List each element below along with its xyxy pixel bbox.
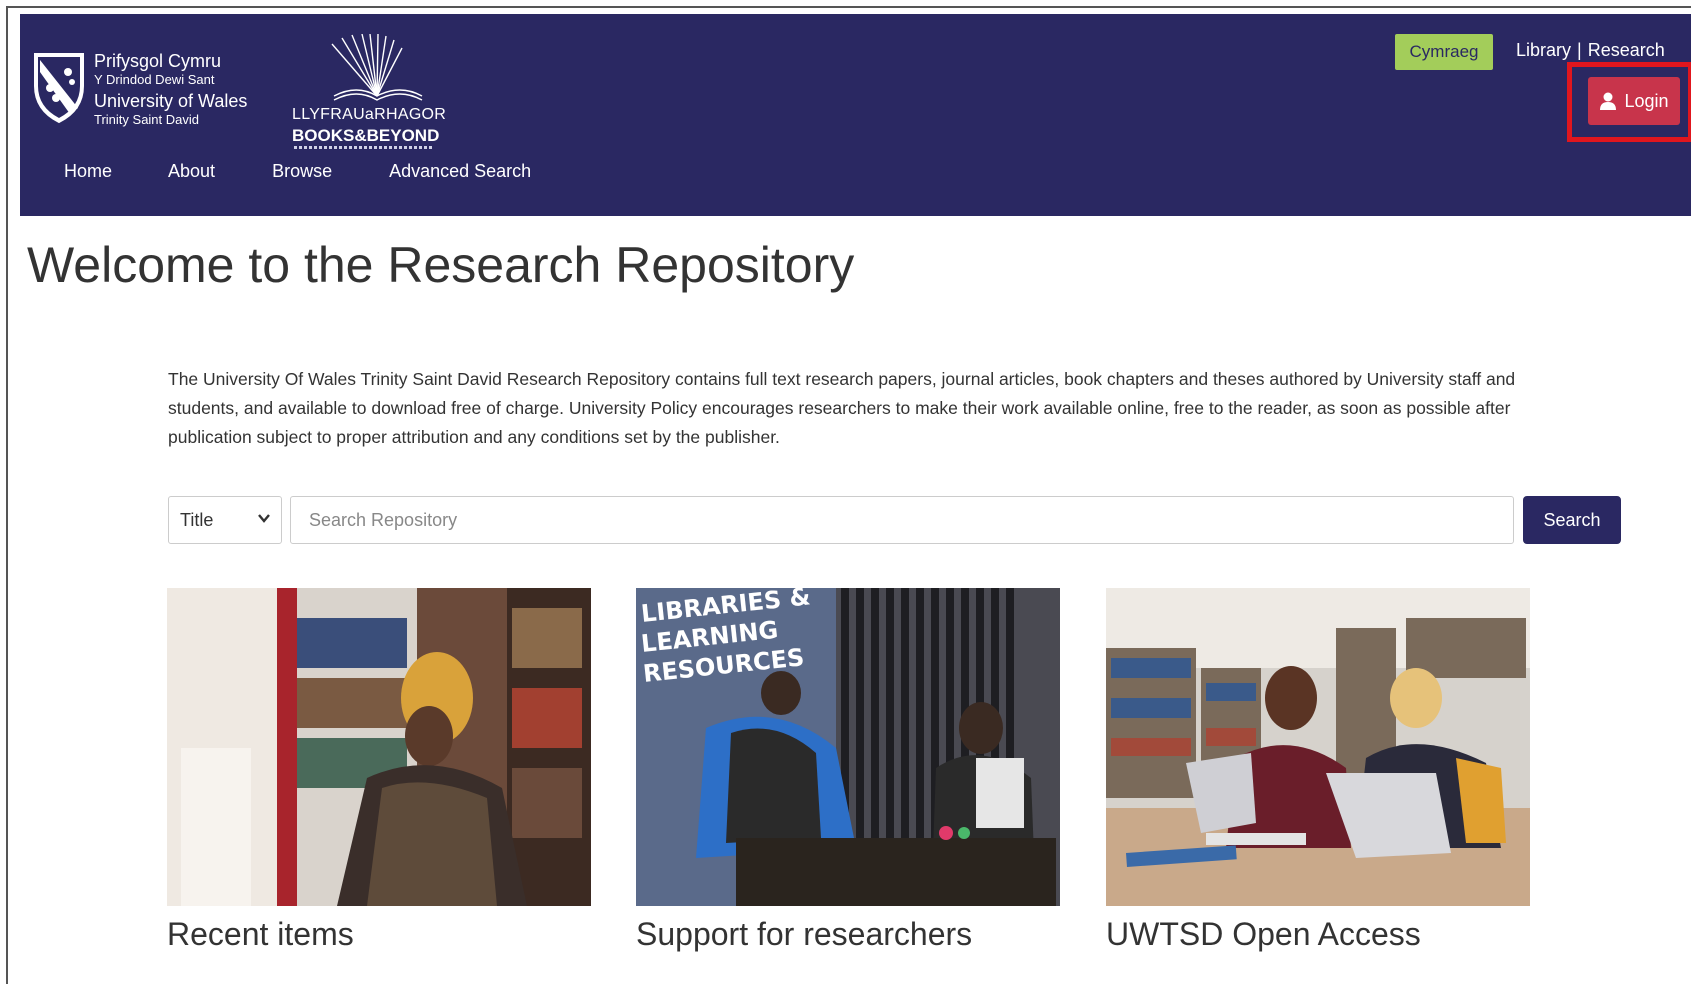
- card-recent-items[interactable]: Recent items: [167, 588, 591, 953]
- page-title: Welcome to the Research Repository: [27, 237, 855, 293]
- browser-frame: Prifysgol Cymru Y Drindod Dewi Sant Univ…: [6, 6, 1691, 984]
- uni-line-3: University of Wales: [94, 91, 248, 111]
- study-area-illustration: [1106, 588, 1530, 906]
- search-input[interactable]: [290, 496, 1514, 544]
- recent-items-image[interactable]: [167, 588, 591, 906]
- books-and-beyond-logo[interactable]: LLYFRAUaRHAGOR BOOKS&BEYOND: [292, 34, 446, 149]
- researchers-illustration: LIBRARIES & LEARNING RESOURCES: [636, 588, 1060, 906]
- search-bar: Title Search: [168, 496, 1628, 544]
- books-beyond-welsh: LLYFRAUaRHAGOR: [292, 106, 447, 123]
- search-button[interactable]: Search: [1523, 496, 1621, 544]
- books-beyond-english: BOOKS&BEYOND: [292, 126, 440, 145]
- login-button[interactable]: Login: [1588, 77, 1680, 125]
- nav-about[interactable]: About: [168, 161, 215, 182]
- university-logo[interactable]: Prifysgol Cymru Y Drindod Dewi Sant Univ…: [32, 50, 282, 134]
- uni-line-4: Trinity Saint David: [94, 112, 199, 127]
- university-name: Prifysgol Cymru Y Drindod Dewi Sant Univ…: [94, 52, 247, 126]
- search-field-select[interactable]: Title: [168, 496, 282, 544]
- language-toggle-button[interactable]: Cymraeg: [1395, 34, 1493, 70]
- research-link[interactable]: Research: [1588, 40, 1665, 61]
- user-icon: [1600, 92, 1617, 110]
- login-label: Login: [1624, 90, 1669, 111]
- chevron-down-icon: [258, 514, 270, 523]
- support-researchers-image[interactable]: LIBRARIES & LEARNING RESOURCES: [636, 588, 1060, 906]
- card-open-access[interactable]: UWTSD Open Access: [1106, 588, 1530, 953]
- site-header: Prifysgol Cymru Y Drindod Dewi Sant Univ…: [20, 14, 1691, 216]
- library-link[interactable]: Library: [1516, 40, 1571, 61]
- link-separator: |: [1577, 40, 1582, 60]
- books-beyond-tagline: [294, 146, 434, 149]
- book-fan-icon: [331, 34, 423, 101]
- card-caption[interactable]: Recent items: [167, 916, 591, 953]
- nav-browse[interactable]: Browse: [272, 161, 332, 182]
- top-links: Library | Research: [1516, 40, 1665, 61]
- search-field-selected: Title: [180, 509, 214, 530]
- main-nav: Home About Browse Advanced Search: [64, 161, 531, 182]
- uni-line-1: Prifysgol Cymru: [94, 51, 222, 71]
- nav-advanced-search[interactable]: Advanced Search: [389, 161, 531, 182]
- open-access-image[interactable]: [1106, 588, 1530, 906]
- intro-text: The University Of Wales Trinity Saint Da…: [168, 369, 1516, 447]
- card-support-researchers[interactable]: LIBRARIES & LEARNING RESOURCES Support f…: [636, 588, 1060, 953]
- library-shelves-illustration: [167, 588, 591, 906]
- uni-line-2: Y Drindod Dewi Sant: [94, 72, 215, 87]
- shield-icon: [34, 53, 84, 124]
- card-caption[interactable]: Support for researchers: [636, 916, 1060, 953]
- nav-home[interactable]: Home: [64, 161, 112, 182]
- card-caption[interactable]: UWTSD Open Access: [1106, 916, 1530, 953]
